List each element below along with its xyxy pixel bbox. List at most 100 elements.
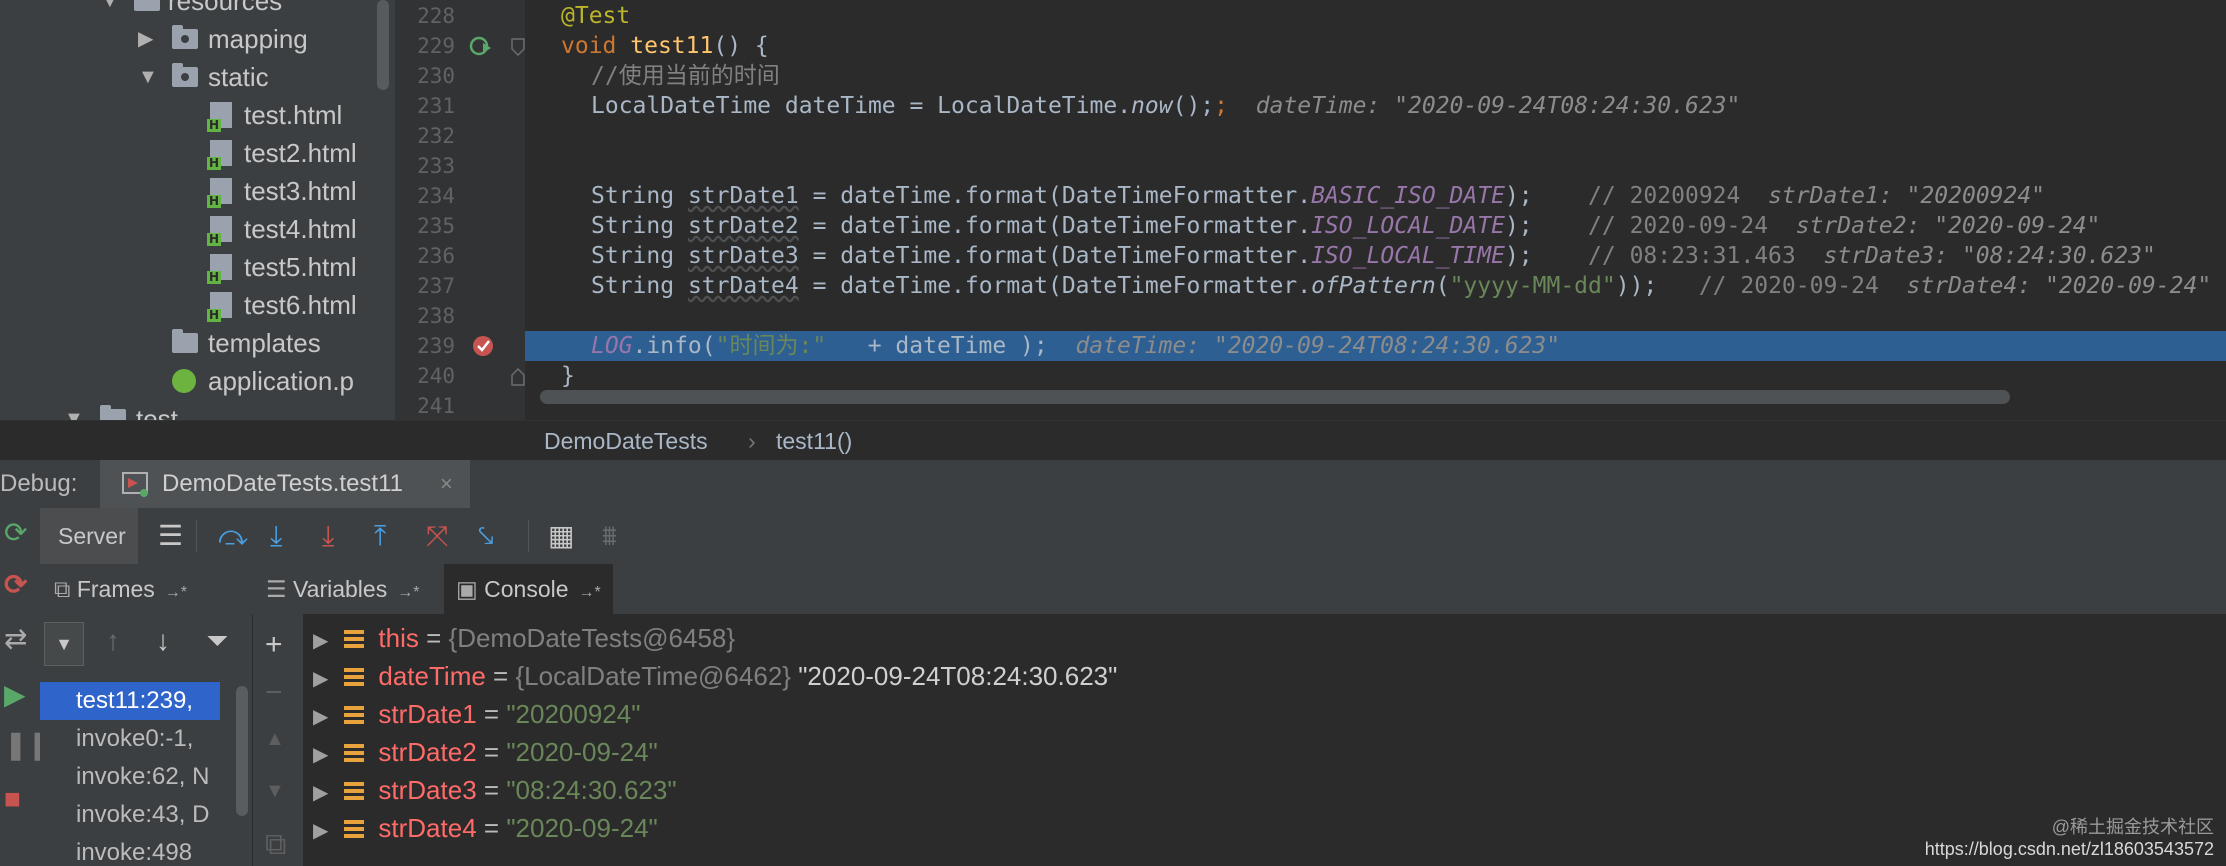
pin-icon[interactable]: →* <box>397 584 419 601</box>
toolbar-divider <box>196 520 197 552</box>
chevron-down-icon[interactable]: ▼ <box>100 0 120 20</box>
expand-arrow-icon[interactable]: ▶ <box>313 630 328 652</box>
run-test-icon[interactable] <box>469 34 493 58</box>
breadcrumb-method[interactable]: test11() <box>776 421 852 461</box>
toolbar-divider <box>528 520 529 552</box>
chevron-down-icon: ▼ <box>55 634 73 654</box>
close-icon[interactable]: × <box>440 460 453 508</box>
thread-dropdown[interactable]: ▼ <box>44 622 84 666</box>
evaluate-expression-icon[interactable]: ▦ <box>548 518 574 554</box>
line-number: 232 <box>417 124 455 148</box>
debug-toolbar: Server ☰ ⤼ ⤓ ⤓ ⤒ ⤧ ⤥ ▦ ⩩ <box>40 508 2226 565</box>
tree-scrollbar[interactable] <box>377 0 389 90</box>
resume-icon[interactable]: ▶ <box>4 680 26 710</box>
variable-row[interactable]: ▶ strDate3 = "08:24:30.623" <box>313 771 677 809</box>
line-number: 229 <box>417 34 455 58</box>
move-up-icon[interactable]: ▲ <box>265 728 285 751</box>
rerun-icon[interactable]: ⟳ <box>4 518 27 548</box>
frame-item[interactable]: invoke:43, D <box>40 796 220 834</box>
variable-row[interactable]: ▶ strDate4 = "2020-09-24" <box>313 809 658 847</box>
frame-item[interactable]: invoke:62, N <box>40 758 220 796</box>
tab-frames[interactable]: ⧉ Frames →* <box>54 564 187 614</box>
breadcrumb-class[interactable]: DemoDateTests <box>544 421 708 461</box>
rerun-failed-icon[interactable]: ⟳ <box>4 570 27 600</box>
frames-scrollbar[interactable] <box>236 686 248 816</box>
arrow-up-icon[interactable]: ↑ <box>106 626 120 656</box>
inline-debug-value: dateTime: "2020-09-24T08:24:30.623" <box>1255 93 1741 119</box>
line-number: 236 <box>417 244 455 268</box>
step-into-icon[interactable]: ⤓ <box>270 518 282 554</box>
html-file-icon <box>207 254 232 284</box>
expand-arrow-icon[interactable]: ▶ <box>313 744 328 766</box>
expand-arrow-icon[interactable]: ▶ <box>313 668 328 690</box>
line-number: 238 <box>417 304 455 328</box>
folder-icon <box>172 25 198 49</box>
variable-row[interactable]: ▶ this = {DemoDateTests@6458} <box>313 619 735 657</box>
frames-icon: ⧉ <box>54 576 71 602</box>
breakpoint-icon[interactable] <box>471 332 497 358</box>
debug-tool-window-header: Debug: DemoDateTests.test11 × <box>0 460 2226 509</box>
code-line-230: //使用当前的时间 <box>591 63 780 89</box>
fold-icon[interactable] <box>511 38 525 56</box>
tab-variables[interactable]: ☰ Variables →* <box>266 564 419 614</box>
trace-stream-icon[interactable]: ⩩ <box>602 518 617 554</box>
expand-arrow-icon[interactable]: ▶ <box>313 820 328 842</box>
pin-icon[interactable]: →* <box>579 584 601 601</box>
editor-gutter: 228 229 230 231 232 233 234 235 236 237 … <box>395 0 525 420</box>
restore-layout-icon[interactable]: ⇄ <box>4 624 27 654</box>
run-to-cursor-icon[interactable]: ⤥ <box>478 518 494 554</box>
frames-toolbar: ▼ ↑ ↓ ⏷ <box>40 614 252 672</box>
line-number: 233 <box>417 154 455 178</box>
filter-icon[interactable]: ⏷ <box>206 626 228 656</box>
field-icon <box>344 820 365 838</box>
html-file-icon <box>207 178 232 208</box>
line-number: 234 <box>417 184 455 208</box>
project-tree: ▼ resources ▶ mapping ▼ static test.html… <box>0 0 395 420</box>
field-icon <box>344 668 365 686</box>
stop-icon[interactable]: ■ <box>4 784 21 814</box>
code-line-229: void test11() { <box>561 33 769 59</box>
spring-properties-icon <box>172 369 196 393</box>
remove-watch-icon[interactable]: − <box>265 676 283 710</box>
folder-icon <box>172 329 198 353</box>
code-line-231: LocalDateTime dateTime = LocalDateTime.n… <box>591 93 1741 119</box>
chevron-right-icon[interactable]: ▶ <box>138 20 153 58</box>
inline-debug-value: strDate4: "2020-09-24" <box>1906 273 2212 299</box>
step-out-icon[interactable]: ⤒ <box>374 518 386 554</box>
show-execution-point-icon[interactable]: ☰ <box>158 518 183 554</box>
chevron-down-icon[interactable]: ▼ <box>138 58 158 96</box>
add-watch-icon[interactable]: + <box>265 628 283 662</box>
line-number: 239 <box>417 334 455 358</box>
editor-horizontal-scrollbar[interactable] <box>540 390 2010 404</box>
move-down-icon[interactable]: ▼ <box>265 780 285 803</box>
frame-item[interactable]: invoke:498 <box>40 834 220 866</box>
variable-row[interactable]: ▶ strDate2 = "2020-09-24" <box>313 733 658 771</box>
inline-debug-value: strDate3: "08:24:30.623" <box>1823 243 2156 269</box>
variable-row[interactable]: ▶ strDate1 = "20200924" <box>313 695 640 733</box>
arrow-down-icon[interactable]: ↓ <box>156 626 170 656</box>
frame-item[interactable]: test11:239, <box>40 682 220 720</box>
code-editor[interactable]: @Test void test11() { //使用当前的时间 LocalDat… <box>525 0 2226 420</box>
variable-row[interactable]: ▶ dateTime = {LocalDateTime@6462} "2020-0… <box>313 657 1117 695</box>
copy-icon[interactable]: ⧉ <box>265 828 286 862</box>
code-line-235: String strDate2 = dateTime.format(DateTi… <box>591 213 2101 239</box>
chevron-down-icon[interactable]: ▼ <box>64 400 84 420</box>
step-over-icon[interactable]: ⤼ <box>218 518 248 554</box>
debug-session-tab[interactable]: DemoDateTests.test11 × <box>100 460 470 508</box>
line-number: 235 <box>417 214 455 238</box>
pin-icon[interactable]: →* <box>165 584 187 601</box>
debug-panel-tabs: ⧉ Frames →* ☰ Variables →* ▣ Console →* <box>40 564 2226 615</box>
expand-arrow-icon[interactable]: ▶ <box>313 706 328 728</box>
server-tab[interactable]: Server <box>40 508 138 564</box>
force-step-into-icon[interactable]: ⤓ <box>322 518 334 554</box>
test-config-icon <box>122 472 148 497</box>
expand-arrow-icon[interactable]: ▶ <box>313 782 328 804</box>
frame-item[interactable]: invoke0:-1, <box>40 720 220 758</box>
html-file-icon <box>207 140 232 170</box>
field-icon <box>344 630 365 648</box>
tab-console[interactable]: ▣ Console →* <box>444 564 613 614</box>
drop-frame-icon[interactable]: ⤧ <box>426 518 448 554</box>
code-line-234: String strDate1 = dateTime.format(DateTi… <box>591 183 2046 209</box>
line-number: 228 <box>417 4 455 28</box>
fold-end-icon[interactable] <box>511 368 525 386</box>
